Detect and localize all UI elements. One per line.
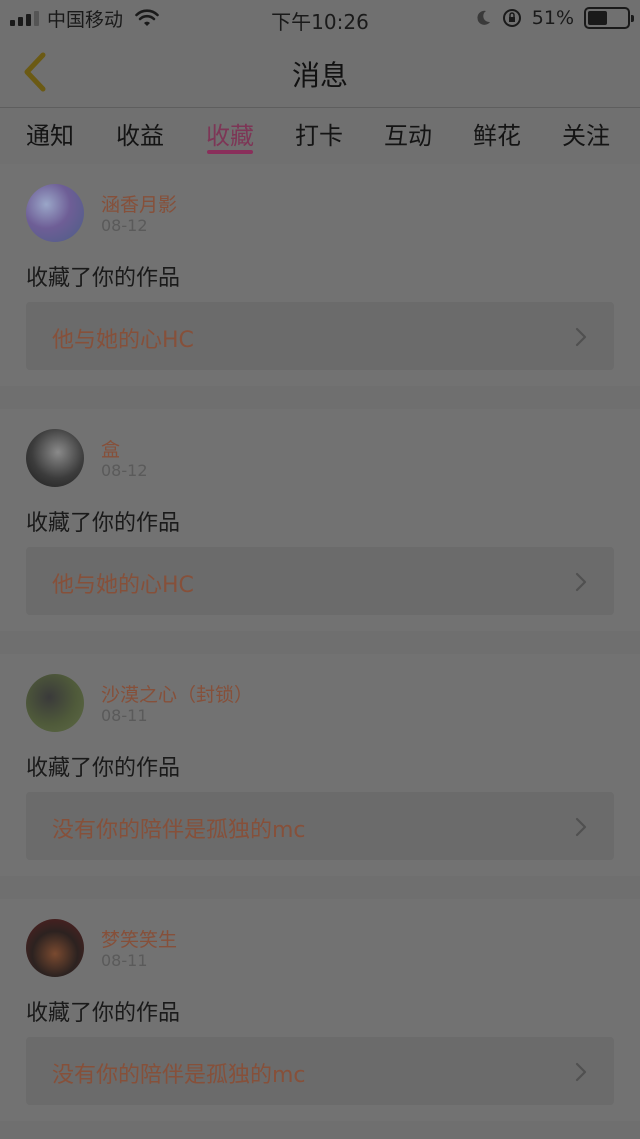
action-text: 收藏了你的作品 <box>26 266 181 291</box>
work-title: 没有你的陪伴是孤独的mc <box>52 818 306 843</box>
user-name[interactable]: 盒 <box>101 435 120 462</box>
battery-icon <box>584 7 634 29</box>
status-right: 51% <box>474 6 634 30</box>
message-date: 08-12 <box>101 216 148 235</box>
tab-notice[interactable]: 通知 <box>26 116 74 151</box>
action-text: 收藏了你的作品 <box>26 511 181 536</box>
active-tab-indicator <box>207 150 253 154</box>
tab-bar: 通知 收益 收藏 打卡 互动 鲜花 关注 <box>0 108 640 164</box>
user-name[interactable]: 梦笑笑生 <box>101 925 177 952</box>
list-item: 盒 08-12 收藏了你的作品 他与她的心HC <box>0 409 640 631</box>
battery-percent: 51% <box>531 7 574 29</box>
list-item: 沙漠之心（封锁） 08-11 收藏了你的作品 没有你的陪伴是孤独的mc <box>0 654 640 876</box>
tab-checkin[interactable]: 打卡 <box>295 116 343 151</box>
message-date: 08-12 <box>101 461 148 480</box>
rotation-lock-icon <box>502 9 521 27</box>
moon-icon <box>477 10 490 25</box>
battery-fill <box>588 11 608 25</box>
work-link[interactable]: 他与她的心HC <box>26 302 614 370</box>
work-title: 他与她的心HC <box>52 573 194 598</box>
message-date: 08-11 <box>101 951 148 970</box>
tab-flowers[interactable]: 鲜花 <box>473 116 521 151</box>
work-title: 他与她的心HC <box>52 328 194 353</box>
tab-interaction[interactable]: 互动 <box>384 116 432 151</box>
tab-follow[interactable]: 关注 <box>562 116 610 151</box>
page-title: 消息 <box>291 59 348 92</box>
user-name[interactable]: 涵香月影 <box>101 190 177 217</box>
user-name[interactable]: 沙漠之心（封锁） <box>101 680 253 707</box>
avatar[interactable] <box>26 674 84 732</box>
nav-bar: 消息 <box>0 36 640 108</box>
work-link[interactable]: 没有你的陪伴是孤独的mc <box>26 792 614 860</box>
status-bar: 中国移动 下午10:26 51% <box>0 0 640 36</box>
list-item: 涵香月影 08-12 收藏了你的作品 他与她的心HC <box>0 164 640 386</box>
avatar[interactable] <box>26 184 84 242</box>
avatar[interactable] <box>26 429 84 487</box>
work-link[interactable]: 没有你的陪伴是孤独的mc <box>26 1037 614 1105</box>
work-title: 没有你的陪伴是孤独的mc <box>52 1063 306 1088</box>
avatar[interactable] <box>26 919 84 977</box>
list-item: 梦笑笑生 08-11 收藏了你的作品 没有你的陪伴是孤独的mc <box>0 899 640 1121</box>
work-link[interactable]: 他与她的心HC <box>26 547 614 615</box>
tab-earnings[interactable]: 收益 <box>116 116 164 151</box>
chevron-right-icon <box>575 817 587 837</box>
action-text: 收藏了你的作品 <box>26 756 181 781</box>
chevron-right-icon <box>575 327 587 347</box>
chevron-right-icon <box>575 1062 587 1082</box>
message-date: 08-11 <box>101 706 148 725</box>
chevron-right-icon <box>575 572 587 592</box>
tab-favorites[interactable]: 收藏 <box>206 116 254 151</box>
action-text: 收藏了你的作品 <box>26 1001 181 1026</box>
